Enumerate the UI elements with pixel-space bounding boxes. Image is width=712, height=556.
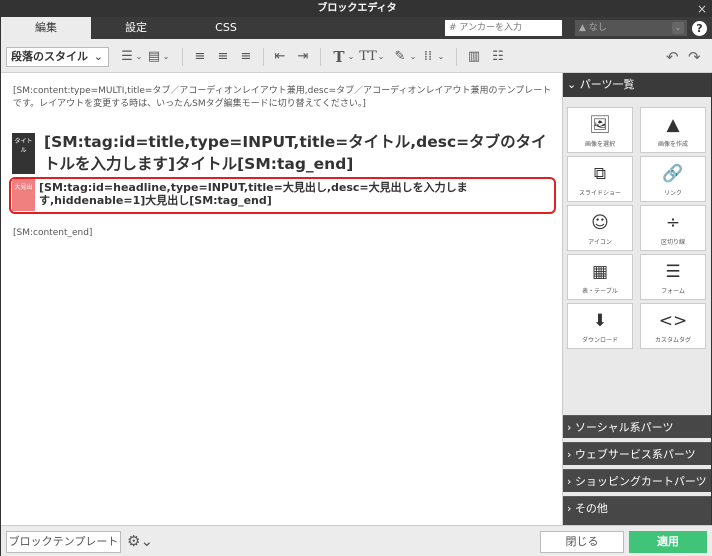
anchor-select[interactable]: ▲ なし ⌄ [575,20,687,36]
part-label: スライドショー [578,190,621,197]
clear-format-icon[interactable]: ☷ [489,49,507,65]
image-icon: 🖼 [589,115,611,135]
smiley-icon: ☺ [591,213,609,233]
title-bar: ブロックエディタ × [1,1,712,17]
title-tag-text[interactable]: [SM:tag:id=title,type=INPUT,title=タイトル,d… [44,131,554,175]
tab-bar: 編集 設定 CSS ▲ なし ⌄ ? [1,17,712,39]
toolbar-divider [456,48,457,66]
align-left-icon[interactable]: ≡ [191,49,209,65]
part-label: カスタムタグ [654,337,691,344]
content-end-tag: [SM:content_end] [13,228,93,238]
indent-icon[interactable]: ⇥ [294,49,312,65]
part-create-image[interactable]: ▲ 画像を作成 [640,107,706,153]
font-size-icon[interactable]: T [330,49,348,65]
chevron-down-icon: ⌄ [135,52,143,61]
headline-tag-text[interactable]: [SM:tag:id=headline,type=INPUT,title=大見出… [39,181,509,207]
section-shopping-cart-parts[interactable]: › ショッピングカートパーツ [563,469,711,492]
slideshow-icon: ⧉ [593,164,607,184]
chevron-down-icon: ⌄ [672,22,684,34]
part-download[interactable]: ⬇ ダウンロード [567,303,633,349]
part-label: 表・テーブル [582,288,618,295]
align-right-icon[interactable]: ≡ [237,49,255,65]
tab-edit[interactable]: 編集 [1,17,91,39]
undo-icon[interactable]: ↶ [666,48,679,66]
link-icon: 🔗 [662,164,684,184]
content-start-tag: [SM:content:type=MULTI,title=タブ／アコーディオンレ… [13,86,552,109]
table-grid-icon[interactable]: ⁞⁞ [419,49,437,65]
download-icon: ⬇ [592,311,608,331]
section-web-service-parts[interactable]: › ウェブサービス系パーツ [563,442,711,465]
chevron-down-icon: ⌄ [437,52,445,61]
form-icon: ☰ [665,262,681,282]
numbered-list-icon[interactable]: ▤ [145,49,163,65]
part-label: ダウンロード [581,337,618,344]
column-layout-icon[interactable]: ▥ [465,49,483,65]
anchor-select-label: ▲ なし [579,23,607,33]
block-template-button[interactable]: ブロックテンプレート [6,531,121,553]
apply-button[interactable]: 適用 [629,531,707,553]
toolbar-divider [182,48,183,66]
part-label: 区切り線 [660,239,685,246]
part-link[interactable]: 🔗 リンク [640,156,706,202]
outdent-icon[interactable]: ⇤ [271,49,289,65]
paragraph-style-label: 段落のスタイル [11,50,88,63]
parts-panel: ⌄ パーツ一覧 🖼 画像を選択 ▲ 画像を作成 ⧉ スライドショー 🔗 リンク … [563,73,711,525]
close-icon[interactable]: × [697,1,707,17]
block-editor-window: ブロックエディタ × 編集 設定 CSS ▲ なし ⌄ ? 段落のスタイル ⌄ … [0,0,712,556]
shapes-icon: ▲ [666,115,680,135]
code-icon: <> [658,311,688,331]
footer-bar: ブロックテンプレート ⚙⌄ 閉じる 適用 [1,525,712,556]
chevron-down-icon: ⌄ [162,52,170,61]
editor-area[interactable]: [SM:content:type=MULTI,title=タブ／アコーディオンレ… [1,73,563,525]
part-form[interactable]: ☰ フォーム [640,254,706,300]
part-label: 画像を作成 [657,141,688,148]
part-label: リンク [663,190,682,197]
title-badge: タイトル [12,133,35,174]
anchor-input[interactable] [445,20,562,36]
toolbar-divider [320,48,321,66]
part-label: アイコン [588,239,612,246]
divider-icon: ÷ [665,213,681,233]
gear-icon[interactable]: ⚙⌄ [127,532,153,550]
part-icon[interactable]: ☺ アイコン [567,205,633,251]
part-table[interactable]: ▦ 表・テーブル [567,254,633,300]
part-label: フォーム [661,288,685,295]
parts-panel-header[interactable]: ⌄ パーツ一覧 [563,73,711,97]
chevron-down-icon: ⌄ [409,52,417,61]
part-divider[interactable]: ÷ 区切り線 [640,205,706,251]
chevron-down-icon: ⌄ [347,52,355,61]
close-button[interactable]: 閉じる [540,531,624,553]
align-center-icon[interactable]: ≡ [214,49,232,65]
chevron-down-icon: ⌄ [377,52,385,61]
part-slideshow[interactable]: ⧉ スライドショー [567,156,633,202]
link-tool-icon[interactable]: ✎ [391,49,409,65]
table-icon: ▦ [591,262,609,282]
help-icon[interactable]: ? [692,21,707,36]
paragraph-style-select[interactable]: 段落のスタイル ⌄ [6,47,109,67]
tab-settings[interactable]: 設定 [91,17,181,39]
section-other[interactable]: › その他 [563,496,711,525]
part-label: 画像を選択 [584,141,615,148]
bullet-list-icon[interactable]: ☰ [117,49,137,65]
part-custom-tag[interactable]: <> カスタムタグ [640,303,706,349]
toolbar-divider [263,48,264,66]
section-social-parts[interactable]: › ソーシャル系パーツ [563,415,711,438]
format-toolbar: 段落のスタイル ⌄ ☰ ⌄ ▤ ⌄ ≡ ≡ ≡ ⇤ ⇥ T ⌄ TT ⌄ ✎ ⌄… [1,39,712,73]
text-color-icon[interactable]: TT [359,49,377,65]
part-select-image[interactable]: 🖼 画像を選択 [567,107,633,153]
tab-css[interactable]: CSS [181,17,271,39]
window-title: ブロックエディタ [317,3,397,14]
redo-icon[interactable]: ↷ [688,48,701,66]
chevron-down-icon: ⌄ [93,50,103,63]
headline-badge: 大見出 [12,179,35,211]
